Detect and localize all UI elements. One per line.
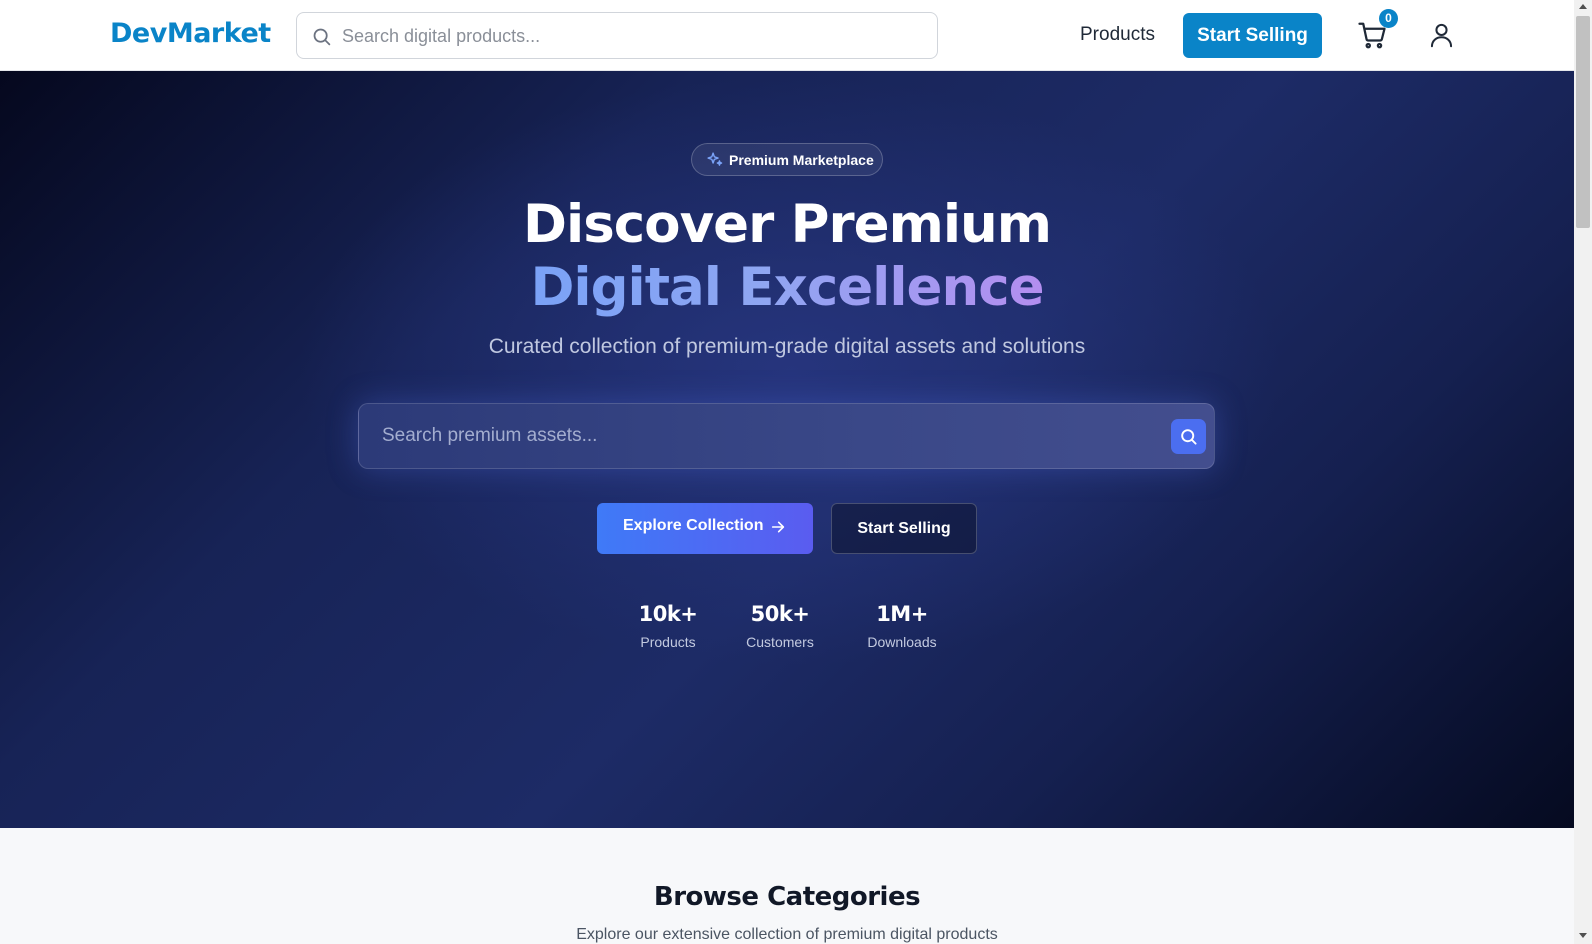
badge-label: Premium Marketplace — [729, 152, 874, 168]
hero-search-input[interactable]: Search premium assets... — [358, 403, 1215, 469]
logo[interactable]: DevMarket — [110, 18, 271, 49]
categories-title: Browse Categories — [653, 882, 921, 912]
start-selling-button[interactable]: Start Selling — [1183, 13, 1322, 58]
top-navbar: DevMarket Search digital products... Pro… — [0, 0, 1574, 71]
scroll-up-arrow-icon[interactable] — [1579, 4, 1587, 9]
hero-title-line1: Discover Premium — [523, 194, 1052, 255]
search-placeholder: Search digital products... — [342, 26, 541, 46]
stat-downloads: 1M+ Downloads — [852, 602, 952, 650]
hero-start-selling-button[interactable]: Start Selling — [831, 503, 977, 554]
search-icon — [1181, 429, 1197, 445]
hero-search-button[interactable] — [1171, 419, 1206, 454]
arrow-right-icon — [771, 521, 785, 533]
hero-title-line2: Digital Excellence — [0, 257, 1574, 318]
stat-label: Downloads — [867, 634, 937, 650]
stat-label: Products — [640, 634, 696, 650]
scroll-down-arrow-icon[interactable] — [1579, 933, 1587, 938]
stat-products: 10k+ Products — [620, 602, 716, 650]
user-icon[interactable] — [1428, 21, 1455, 49]
hero-search-placeholder: Search premium assets... — [382, 425, 598, 446]
stat-value: 10k+ — [638, 602, 698, 626]
sparkles-icon — [707, 152, 723, 166]
page-scrollbar[interactable] — [1574, 0, 1592, 944]
hero-section: Premium Marketplace Discover Premium Dig… — [0, 71, 1574, 828]
search-icon — [313, 28, 331, 46]
scrollbar-thumb[interactable] — [1576, 16, 1590, 228]
categories-subtitle: Explore our extensive collection of prem… — [576, 926, 998, 943]
stat-value: 50k+ — [750, 602, 810, 626]
explore-collection-label: Explore Collection — [623, 517, 764, 534]
hero-subtitle: Curated collection of premium-grade digi… — [488, 335, 1086, 358]
stat-label: Customers — [746, 634, 814, 650]
explore-collection-button[interactable]: Explore Collection — [597, 503, 813, 554]
nav-products-link[interactable]: Products — [1080, 24, 1155, 46]
stat-customers: 50k+ Customers — [730, 602, 830, 650]
premium-badge: Premium Marketplace — [691, 143, 883, 176]
stat-value: 1M+ — [876, 602, 928, 626]
cart-count-badge: 0 — [1379, 9, 1398, 28]
search-input[interactable]: Search digital products... — [296, 12, 938, 59]
hero-title-gradient-text: Digital Excellence — [530, 257, 1044, 318]
